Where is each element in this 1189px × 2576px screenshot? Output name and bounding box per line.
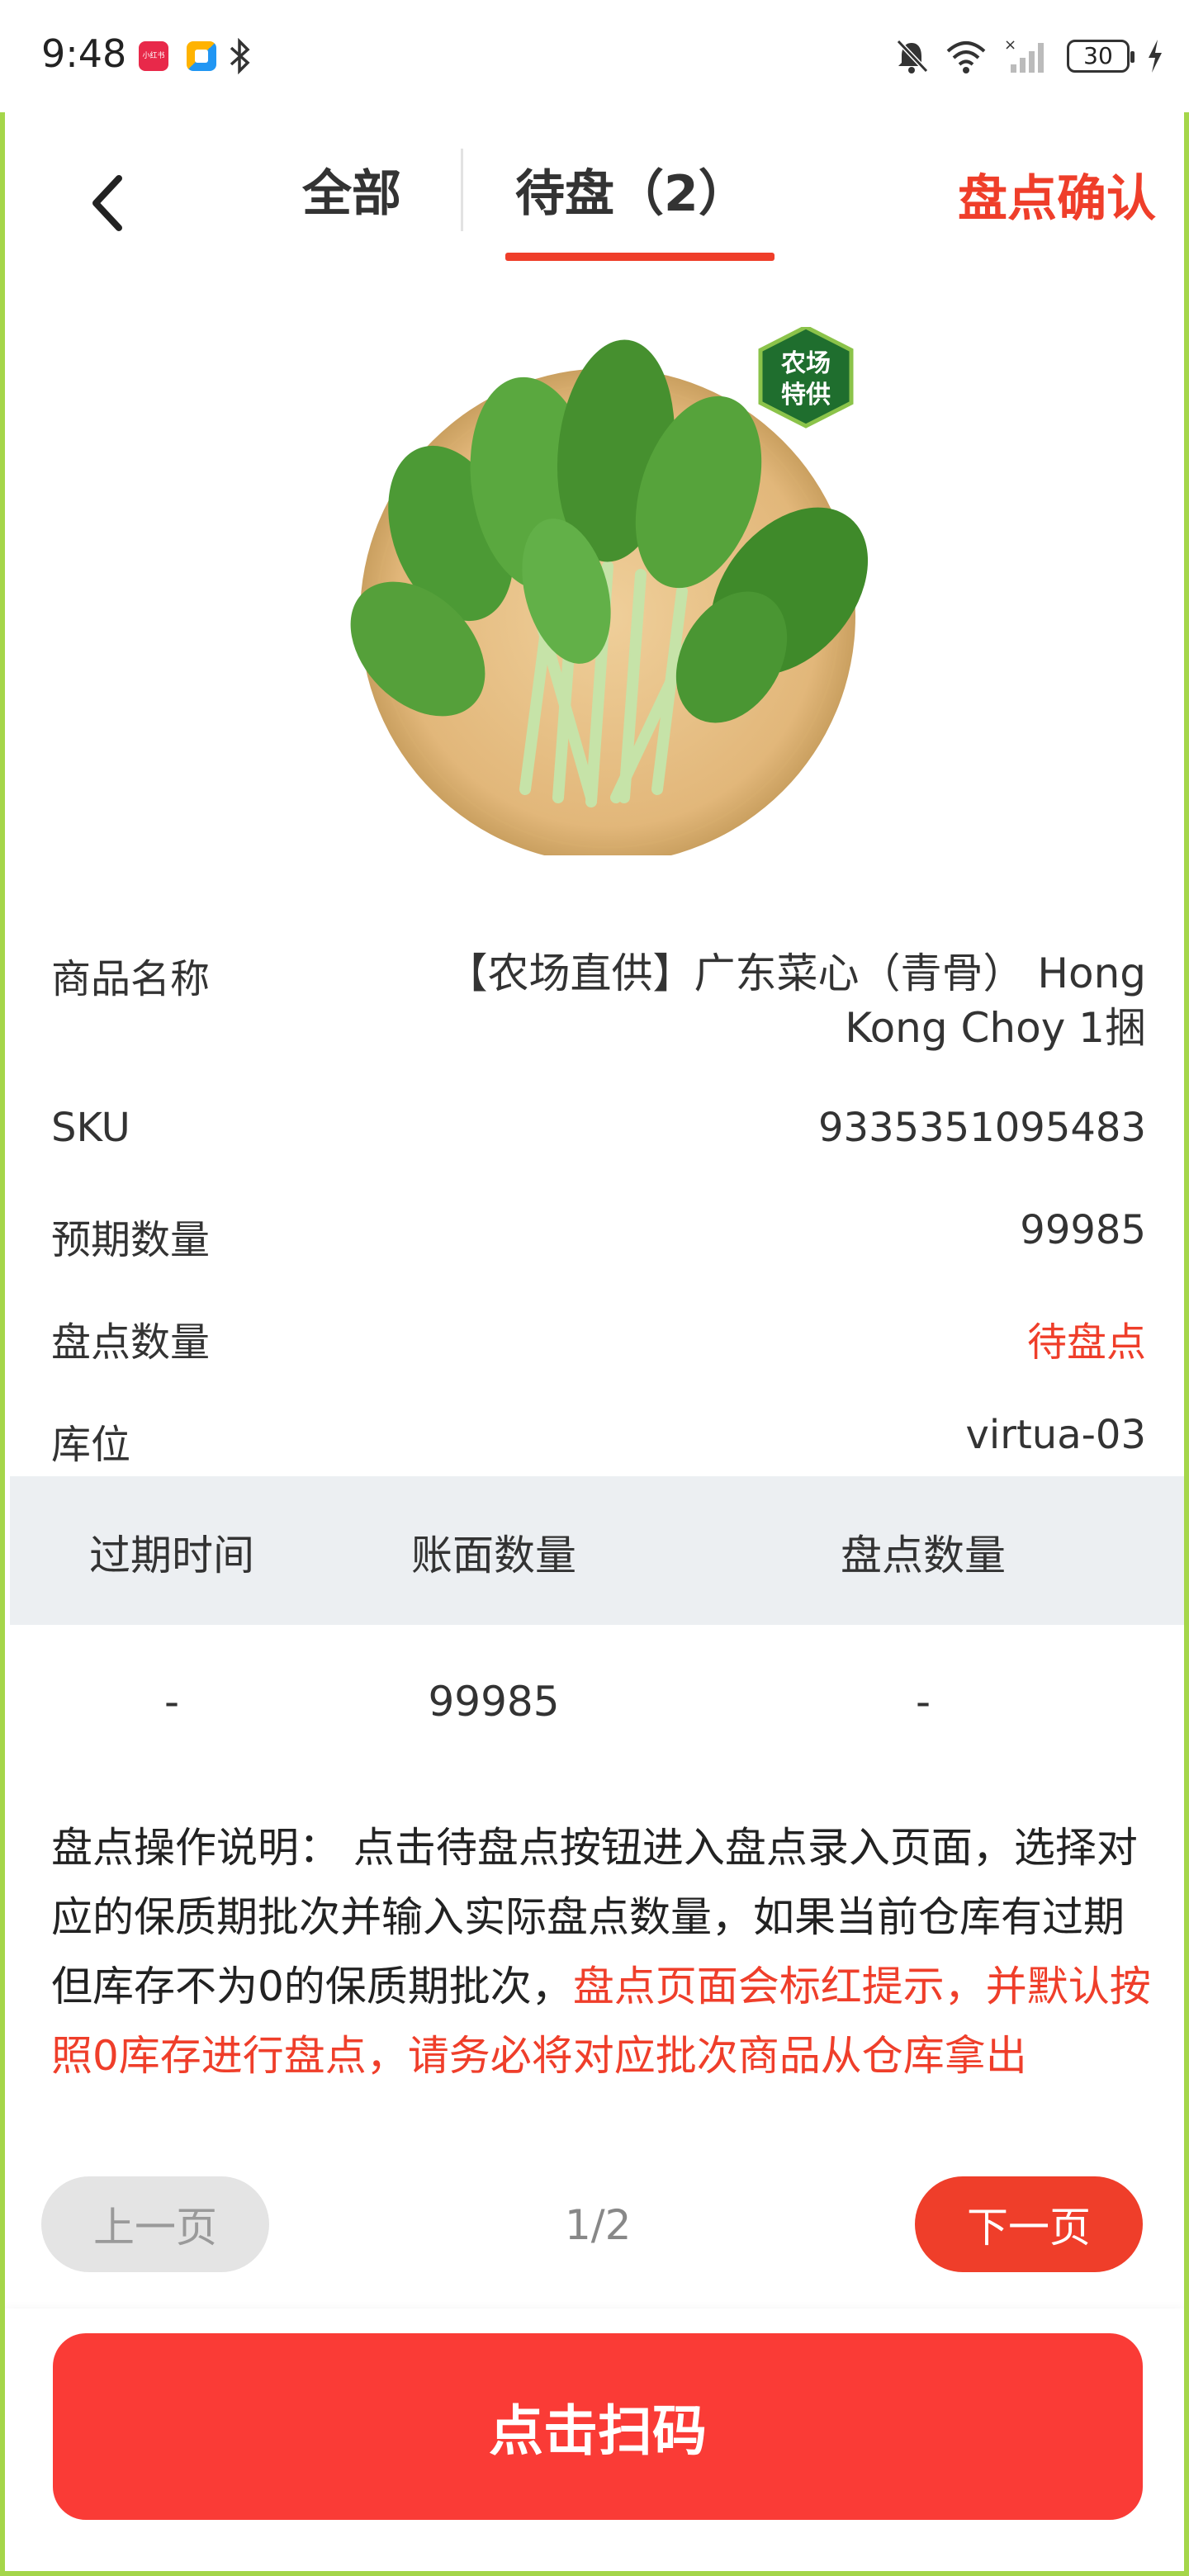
farm-badge-icon: 农场 特供: [758, 327, 854, 429]
status-icons: × 30: [895, 35, 1164, 78]
page-frame: 全部 待盘（2） 盘点确认 农场 特供 商品名称 【农场直供】广东菜心（青骨） …: [0, 112, 1189, 2576]
count-quantity-row: 盘点数量 待盘点: [51, 1309, 1146, 1367]
scan-button[interactable]: 点击扫码: [53, 2333, 1143, 2520]
page-indicator: 1/2: [565, 2201, 632, 2249]
location-row: 库位 virtua-03: [51, 1412, 1146, 1470]
cell-book-quantity: 99985: [428, 1678, 560, 1726]
active-tab-indicator: [505, 253, 775, 261]
sku-label: SKU: [51, 1105, 130, 1151]
location-label: 库位: [51, 1422, 131, 1468]
count-quantity-label: 盘点数量: [51, 1319, 211, 1366]
product-name-label: 商品名称: [51, 956, 211, 1002]
cell-count-quantity: -: [915, 1678, 931, 1726]
back-arrow-icon[interactable]: [76, 160, 142, 243]
product-name-row: 商品名称 【农场直供】广东菜心（青骨） Hong Kong Choy 1捆: [51, 946, 1146, 1078]
top-nav: 全部 待盘（2） 盘点确认: [5, 112, 1184, 269]
svg-text:×: ×: [1004, 36, 1016, 54]
previous-page-button[interactable]: 上一页: [41, 2176, 269, 2272]
operation-instructions: 盘点操作说明： 点击待盘点按钮进入盘点录入页面，选择对应的保质期批次并输入实际盘…: [51, 1813, 1158, 2125]
mute-icon: [896, 39, 928, 73]
expected-quantity-value: 99985: [1020, 1207, 1146, 1253]
sku-row: SKU 9335351095483: [51, 1105, 1146, 1163]
bottom-action-bar: 点击扫码: [5, 2308, 1184, 2571]
location-value: virtua-03: [965, 1412, 1146, 1458]
batch-table-header: 过期时间 账面数量 盘点数量: [10, 1476, 1184, 1625]
svg-text:特供: 特供: [781, 381, 831, 410]
pagination: 上一页 1/2 下一页: [5, 2176, 1184, 2284]
status-bar: 9:48 小红书 × 30: [0, 0, 1189, 112]
header-book-quantity: 账面数量: [411, 1532, 576, 1579]
header-expiry-date: 过期时间: [89, 1532, 254, 1579]
tab-all[interactable]: 全部: [302, 154, 401, 225]
battery-indicator: 30: [1067, 40, 1135, 73]
table-row[interactable]: - 99985 -: [10, 1625, 1184, 1782]
inventory-confirm-button[interactable]: 盘点确认: [958, 159, 1156, 230]
signal-icon: ×: [1004, 36, 1044, 73]
charging-icon: [1149, 40, 1162, 73]
bluetooth-icon: [230, 38, 250, 74]
app-notification-icon-2: [187, 41, 216, 71]
header-count-quantity: 盘点数量: [841, 1532, 1006, 1579]
tab-divider: [461, 149, 463, 231]
status-time: 9:48: [41, 31, 127, 76]
sku-value: 9335351095483: [817, 1105, 1146, 1151]
expected-quantity-label: 预期数量: [51, 1217, 211, 1263]
next-page-button[interactable]: 下一页: [915, 2176, 1143, 2272]
cell-expiry-date: -: [163, 1678, 180, 1726]
svg-text:农场: 农场: [780, 349, 831, 378]
product-image: 农场 特供: [350, 327, 869, 855]
product-name-value: 【农场直供】广东菜心（青骨） Hong Kong Choy 1捆: [446, 949, 1146, 1052]
tab-pending[interactable]: 待盘（2）: [515, 154, 748, 225]
expected-quantity-row: 预期数量 99985: [51, 1207, 1146, 1265]
wifi-icon: [946, 41, 986, 73]
app-notification-icon: 小红书: [139, 41, 168, 71]
count-pending-status[interactable]: 待盘点: [1027, 1309, 1146, 1367]
